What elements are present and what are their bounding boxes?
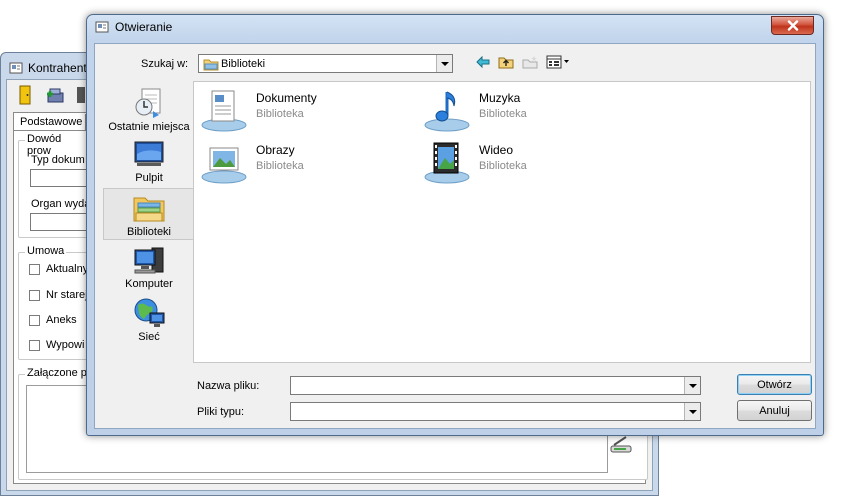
file-item-name: Obrazy [256,143,295,157]
door-exit-icon[interactable] [15,85,35,105]
chevron-down-icon [688,383,697,388]
look-in-value: Biblioteki [221,57,266,70]
place-libraries[interactable]: Biblioteki [103,188,195,240]
up-folder-icon[interactable] [498,55,514,69]
place-network[interactable]: Sieć [103,294,195,344]
file-list[interactable]: Dokumenty Biblioteka Muzyka Biblioteka O… [193,81,811,363]
chevron-down-icon [440,61,449,66]
typ-dokumentu-label: Typ dokum [31,154,85,166]
look-in-dropdown-arrow[interactable] [436,55,452,72]
file-item-obrazy[interactable]: Obrazy Biblioteka [200,140,304,184]
dialog-body: Szukaj w: Biblioteki Ostatnie miejsca Pu… [94,43,816,429]
background-toolbar [15,85,95,105]
chevron-down-icon [688,409,697,414]
dialog-app-icon [95,21,109,33]
file-item-type: Biblioteka [479,108,527,120]
open-button[interactable]: Otwórz [737,374,812,395]
checkbox-wypowiedzenie[interactable]: Wypowi [29,339,84,351]
places-bar: Ostatnie miejsca Pulpit Biblioteki Kompu… [103,81,196,369]
file-item-name: Muzyka [479,91,521,105]
place-label: Ostatnie miejsca [108,121,190,133]
place-label: Sieć [138,331,160,343]
filename-dropdown-arrow[interactable] [684,377,700,394]
music-library-icon [424,91,470,132]
look-in-label: Szukaj w: [141,58,189,70]
pictures-library-icon [201,147,247,184]
cancel-button[interactable]: Anuluj [737,400,812,421]
organ-wydajacy-field[interactable] [30,213,88,231]
organ-wydajacy-label: Organ wyda [31,198,91,210]
file-item-dokumenty[interactable]: Dokumenty Biblioteka [200,88,317,132]
file-item-name: Dokumenty [256,91,317,105]
new-folder-icon[interactable] [522,55,538,69]
view-menu-icon[interactable] [546,55,570,69]
filename-label: Nazwa pliku: [197,380,260,392]
file-item-type: Biblioteka [479,160,527,172]
library-folder-icon [203,59,219,71]
documents-library-icon [201,90,247,132]
back-arrow-icon[interactable] [476,55,490,69]
open-dialog: Otwieranie Szukaj w: Biblioteki Ostatnie… [86,14,824,436]
typ-dokumentu-field[interactable] [30,169,88,187]
background-window-titlebar: Kontrahent [9,59,87,77]
file-item-type: Biblioteka [256,108,304,120]
place-label: Biblioteki [126,226,172,238]
filetype-combo[interactable] [290,402,701,421]
place-desktop[interactable]: Pulpit [103,137,195,187]
video-library-icon [424,142,470,184]
filetype-label: Pliki typu: [197,406,245,418]
checkbox-aktualny[interactable]: Aktualny [29,263,88,275]
add-record-icon[interactable] [45,85,65,105]
file-item-type: Biblioteka [256,160,304,172]
place-label: Pulpit [135,172,163,184]
file-item-wideo[interactable]: Wideo Biblioteka [423,140,527,184]
file-item-muzyka[interactable]: Muzyka Biblioteka [423,88,527,132]
place-computer[interactable]: Komputer [103,243,195,293]
close-button[interactable] [771,16,814,35]
background-window-title: Kontrahent [28,61,87,75]
checkbox-nr-starej[interactable]: Nr starej [29,289,88,301]
dialog-title: Otwieranie [115,20,173,34]
computer-icon [134,247,164,274]
filetype-dropdown-arrow[interactable] [684,403,700,420]
close-icon [787,20,798,31]
navigation-toolbar [476,55,570,69]
recent-places-icon [135,88,161,118]
app-icon [9,62,23,74]
libraries-icon [133,197,165,222]
dialog-titlebar: Otwieranie [95,20,172,34]
group-umowa-label: Umowa [25,245,67,257]
desktop-icon [134,141,164,166]
checkbox-aneks[interactable]: Aneks [29,314,77,326]
place-recent[interactable]: Ostatnie miejsca [103,84,195,134]
look-in-combo[interactable]: Biblioteki [198,54,453,73]
file-item-name: Wideo [479,143,514,157]
tab-podstawowe[interactable]: Podstawowe [13,112,87,130]
place-label: Komputer [125,278,173,290]
filename-combo[interactable] [290,376,701,395]
group-zalaczone-label: Załączone p [25,367,89,379]
network-icon [134,298,165,327]
